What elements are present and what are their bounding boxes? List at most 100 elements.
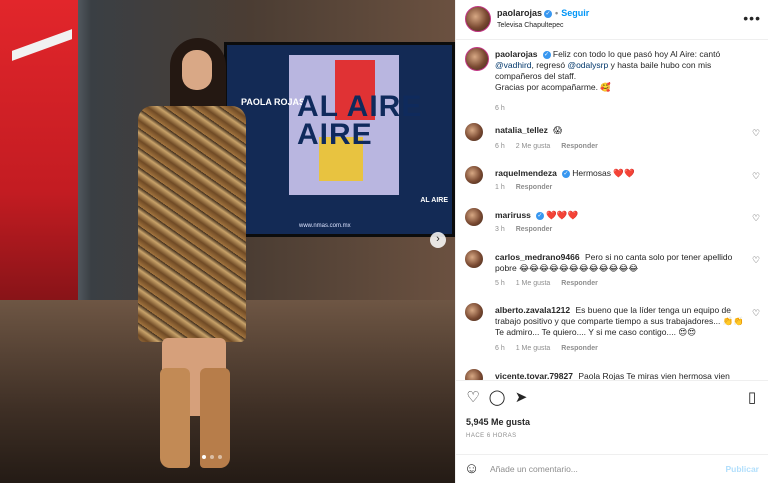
reply-button[interactable]: Responder: [516, 226, 553, 233]
follow-button[interactable]: Seguir: [561, 8, 589, 18]
commenter-username[interactable]: alberto.zavala1212: [495, 305, 570, 315]
like-comment-icon[interactable]: ♡: [752, 256, 761, 265]
caption-text: paolarojas ✓ Feliz con todo lo que pasó h…: [495, 49, 745, 93]
carousel-next-icon[interactable]: ›: [430, 232, 446, 248]
share-icon[interactable]: ➤: [512, 389, 530, 407]
comment-icon[interactable]: ◯: [488, 389, 506, 407]
like-comment-icon[interactable]: ♡: [752, 172, 761, 181]
mention-link[interactable]: @vadhird: [495, 60, 532, 70]
post-header: paolarojas ✓ • Seguir Televisa Chapultepec …: [456, 0, 768, 40]
comment-emoji: 😱: [553, 125, 563, 135]
carousel-dot: [210, 455, 214, 459]
comment-text: raquelmendeza ✓ Hermosas ❤️❤️: [495, 168, 745, 179]
comment-text: vicente.tovar.79827 Paola Rojas Te miras…: [495, 371, 745, 380]
caption-text-part: Gracias por acompañarme.: [495, 82, 598, 92]
mention-link[interactable]: @odalysrp: [567, 60, 608, 70]
commenter-username[interactable]: vicente.tovar.79827: [495, 371, 573, 380]
author-avatar[interactable]: [465, 47, 489, 71]
screen-title-line-1: AL AIRE: [297, 90, 423, 123]
commenter-username[interactable]: natalia_tellez: [495, 125, 548, 135]
caption-time: 6 h: [495, 105, 505, 112]
screen-title-line-2: AIRE: [297, 118, 373, 151]
reply-button[interactable]: Responder: [561, 143, 598, 150]
comment-meta: 3 h Responder: [495, 226, 561, 233]
like-comment-icon[interactable]: ♡: [752, 309, 761, 318]
reply-button[interactable]: Responder: [516, 184, 553, 191]
commenter-avatar[interactable]: [465, 369, 483, 380]
comment-emoji: 😂😂😂😂😂😂😂😂😂😂😂😂: [519, 263, 639, 273]
caption-text-part: , regresó: [531, 60, 566, 70]
comment-time: 6 h: [495, 143, 505, 150]
verified-icon: ✓: [542, 50, 551, 59]
face: [182, 50, 212, 90]
post-time: HACE 6 HORAS: [466, 433, 517, 439]
like-comment-icon[interactable]: ♡: [752, 129, 761, 138]
commenter-avatar[interactable]: [465, 250, 483, 268]
comment-meta: 5 h 1 Me gusta Responder: [495, 280, 607, 287]
caption-text-part: Feliz con todo lo que pasó hoy Al Aire: …: [552, 49, 721, 59]
comment-time: 3 h: [495, 226, 505, 233]
caption-emoji: 🥰: [600, 82, 611, 92]
caption-username[interactable]: paolarojas: [495, 49, 538, 59]
location-link[interactable]: Televisa Chapultepec: [497, 22, 564, 29]
comment-time: 1 h: [495, 184, 505, 191]
commenter-username[interactable]: carlos_medrano9466: [495, 252, 580, 262]
comment-time: 5 h: [495, 280, 505, 287]
comment-body: Hermosas: [572, 168, 611, 178]
comment-emoji: ❤️❤️❤️: [546, 210, 579, 220]
bookmark-icon[interactable]: ▯: [743, 389, 761, 407]
comment-text: natalia_tellez 😱: [495, 125, 745, 136]
author-username[interactable]: paolarojas: [497, 8, 542, 18]
likes-count[interactable]: 5,945 Me gusta: [466, 417, 530, 427]
ellipsis-icon[interactable]: •••: [743, 10, 761, 26]
commenter-avatar[interactable]: [465, 166, 483, 184]
comment-text: mariruss ✓ ❤️❤️❤️: [495, 210, 745, 221]
separator-dot: •: [555, 8, 559, 18]
red-set-wall: [0, 0, 78, 320]
comment-time: 6 h: [495, 345, 505, 352]
reply-button[interactable]: Responder: [561, 345, 598, 352]
left-boot: [160, 368, 190, 468]
commenter-avatar[interactable]: [465, 303, 483, 321]
comment-likes[interactable]: 1 Me gusta: [516, 280, 551, 287]
like-comment-icon[interactable]: ♡: [752, 214, 761, 223]
author-line: paolarojas ✓ • Seguir: [497, 8, 589, 18]
comments-list[interactable]: paolarojas ✓ Feliz con todo lo que pasó h…: [456, 41, 768, 380]
carousel-dot: [202, 455, 206, 459]
add-comment-bar: ☺ Publicar: [456, 454, 768, 483]
comment-likes[interactable]: 2 Me gusta: [516, 143, 551, 150]
commenter-username[interactable]: mariruss: [495, 210, 531, 220]
author-avatar[interactable]: [465, 6, 491, 32]
comment-emoji: 😍😍: [678, 327, 697, 337]
comment-text: alberto.zavala1212 Es bueno que la líder…: [495, 305, 745, 338]
post-media[interactable]: PAOLA ROJAS AL AIRE AIRE AL AIRE www.nma…: [0, 0, 455, 483]
screen-aire-small: AL AIRE: [420, 197, 448, 204]
publish-button[interactable]: Publicar: [725, 464, 759, 474]
comment-body: Paola Rojas Te miras vien hermosa vien: [578, 371, 730, 380]
commenter-avatar[interactable]: [465, 123, 483, 141]
carousel-dot: [218, 455, 222, 459]
studio-screen: PAOLA ROJAS AL AIRE AIRE AL AIRE www.nma…: [224, 42, 455, 237]
comment-emoji: ❤️❤️: [613, 168, 635, 178]
comment-meta: 6 h 2 Me gusta Responder: [495, 143, 607, 150]
post-sidebar: paolarojas ✓ • Seguir Televisa Chapultepec …: [455, 0, 768, 483]
like-icon[interactable]: ♡: [464, 389, 482, 407]
carousel-dots: [202, 455, 222, 459]
commenter-avatar[interactable]: [465, 208, 483, 226]
comment-meta: 6 h 1 Me gusta Responder: [495, 345, 607, 352]
screen-url: www.nmas.com.mx: [299, 223, 351, 229]
comment-likes[interactable]: 1 Me gusta: [516, 345, 551, 352]
caption-meta: 6 h: [495, 105, 514, 112]
emoji-picker-icon[interactable]: ☺: [464, 461, 479, 477]
screen-title: AL AIRE AIRE: [297, 90, 423, 151]
commenter-username[interactable]: raquelmendeza: [495, 168, 557, 178]
comment-text: carlos_medrano9466 Pero si no canta solo…: [495, 252, 745, 274]
verified-icon: ✓: [544, 9, 553, 18]
presenter-figure: [132, 38, 252, 470]
reply-button[interactable]: Responder: [561, 280, 598, 287]
verified-icon: ✓: [535, 211, 544, 220]
comment-meta: 1 h Responder: [495, 184, 561, 191]
comment-input[interactable]: [490, 461, 710, 477]
dress: [138, 106, 246, 342]
verified-icon: ✓: [561, 169, 570, 178]
